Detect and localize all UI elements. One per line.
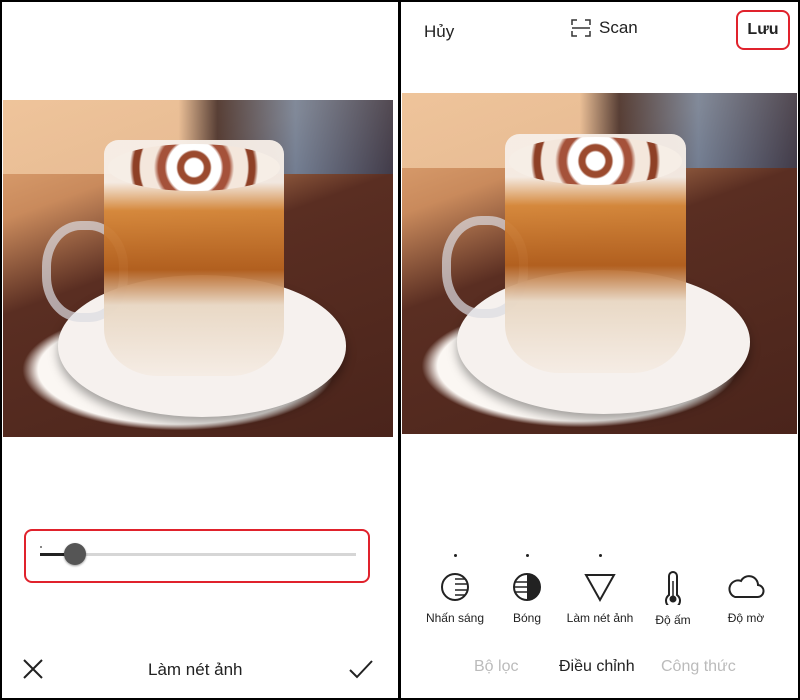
left-panel: Làm nét ảnh — [2, 2, 398, 698]
sharpen-slider[interactable] — [40, 543, 356, 565]
save-label: Lưu — [747, 21, 779, 38]
coffee-photo — [402, 93, 797, 434]
cancel-button[interactable]: Hủy — [424, 22, 454, 42]
tool-sharpen[interactable]: Làm nét ảnh — [560, 554, 640, 625]
slider-thumb[interactable] — [63, 543, 86, 565]
shadow-icon — [513, 573, 541, 601]
tool-warmth[interactable]: Độ ấm — [633, 554, 713, 627]
scan-icon — [571, 19, 591, 37]
tab-recipes[interactable]: Công thức — [661, 658, 736, 676]
tool-blur[interactable]: Độ mờ — [706, 554, 786, 625]
sharpen-icon — [584, 574, 616, 603]
cloud-icon — [728, 575, 765, 598]
scan-button[interactable]: Scan — [571, 18, 638, 38]
tool-title: Làm nét ảnh — [148, 660, 243, 679]
tool-shadow[interactable]: Bóng — [487, 554, 567, 625]
coffee-photo — [3, 100, 393, 437]
save-button[interactable]: Lưu — [736, 10, 790, 50]
scan-label: Scan — [599, 18, 638, 37]
tool-label: Độ ấm — [655, 613, 691, 627]
tool-label: Bóng — [512, 611, 542, 625]
check-icon[interactable] — [348, 658, 374, 680]
thermometer-icon — [665, 571, 681, 605]
right-panel: Hủy Scan Lưu Nhấn sáng Bóng Làm nét ảnh … — [401, 2, 798, 698]
tool-label: Nhấn sáng — [425, 611, 485, 625]
tab-adjust[interactable]: Điều chỉnh — [559, 658, 635, 676]
tool-label: Độ mờ — [727, 611, 765, 625]
highlight-icon — [441, 573, 469, 601]
tool-label: Làm nét ảnh — [566, 611, 634, 625]
sharpen-slider-highlight — [24, 529, 370, 583]
close-icon[interactable] — [22, 658, 44, 680]
tab-filters[interactable]: Bộ lọc — [474, 658, 518, 676]
tool-highlight[interactable]: Nhấn sáng — [415, 554, 495, 625]
